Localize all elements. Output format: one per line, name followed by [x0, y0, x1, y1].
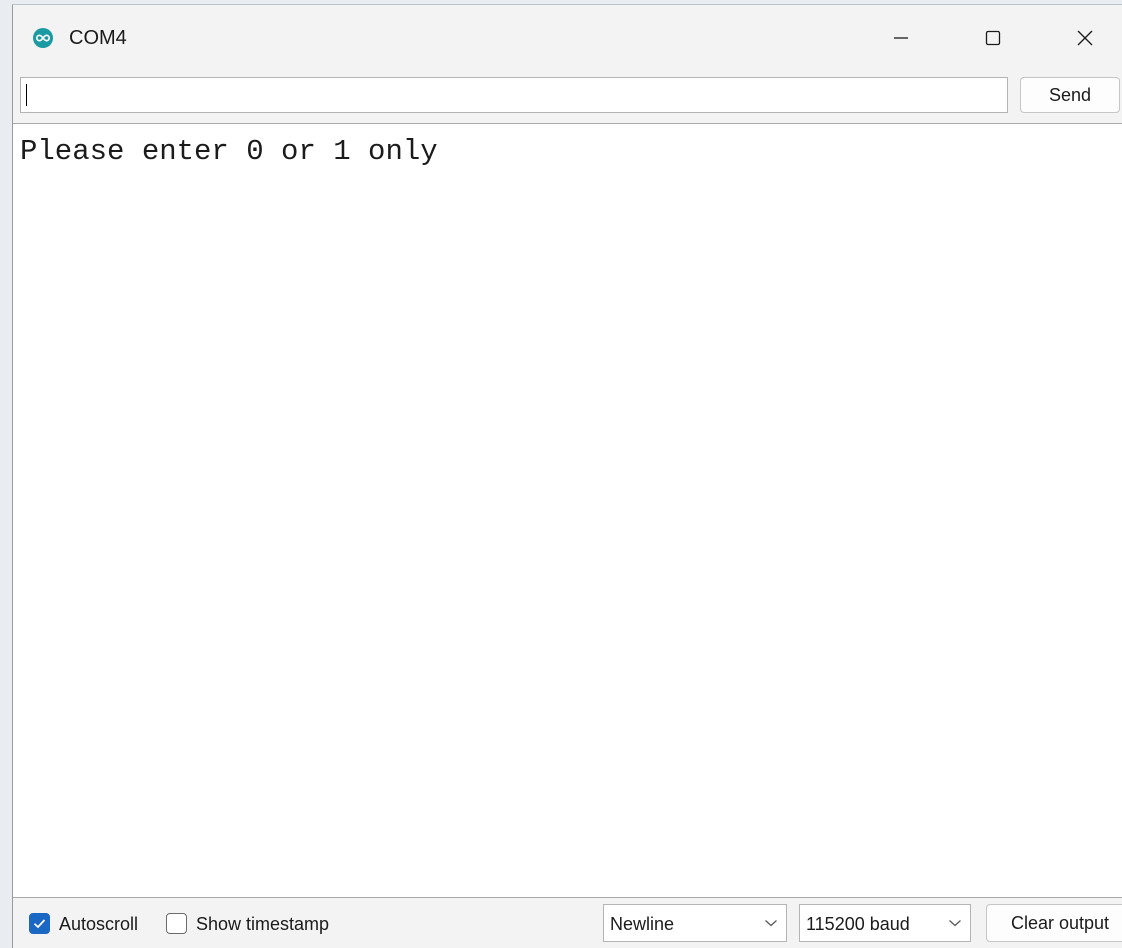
maximize-button[interactable] — [947, 5, 1039, 71]
show-timestamp-checkbox[interactable] — [166, 913, 187, 934]
title-bar[interactable]: COM4 — [13, 5, 1122, 71]
chevron-down-icon — [765, 920, 777, 927]
clear-output-button[interactable]: Clear output — [986, 904, 1122, 942]
serial-output-area[interactable]: Please enter 0 or 1 only — [13, 123, 1122, 897]
output-line: Please enter 0 or 1 only — [20, 135, 438, 168]
minimize-button[interactable] — [855, 5, 947, 71]
baud-rate-select[interactable]: 115200 baud — [799, 904, 971, 942]
line-ending-select[interactable]: Newline — [603, 904, 787, 942]
chevron-down-icon — [949, 920, 961, 927]
message-input[interactable] — [20, 77, 1008, 113]
checkmark-icon — [33, 919, 46, 929]
text-cursor — [26, 84, 27, 106]
arduino-infinity-icon — [33, 28, 53, 48]
footer-toolbar: Autoscroll Show timestamp Newline 115200… — [13, 897, 1122, 948]
close-button[interactable] — [1039, 5, 1122, 71]
baud-rate-value: 115200 baud — [806, 914, 910, 934]
autoscroll-label[interactable]: Autoscroll — [59, 913, 138, 935]
send-bar: Send — [13, 71, 1122, 123]
close-icon — [1077, 30, 1093, 46]
send-button[interactable]: Send — [1020, 77, 1120, 113]
autoscroll-checkbox[interactable] — [29, 913, 50, 934]
minimize-icon — [894, 37, 908, 39]
show-timestamp-label[interactable]: Show timestamp — [196, 913, 329, 935]
maximize-icon — [985, 30, 1001, 46]
window-title: COM4 — [69, 27, 127, 49]
serial-monitor-window: COM4 Send Please enter 0 or 1 only Autos… — [12, 4, 1122, 948]
line-ending-value: Newline — [610, 914, 675, 934]
